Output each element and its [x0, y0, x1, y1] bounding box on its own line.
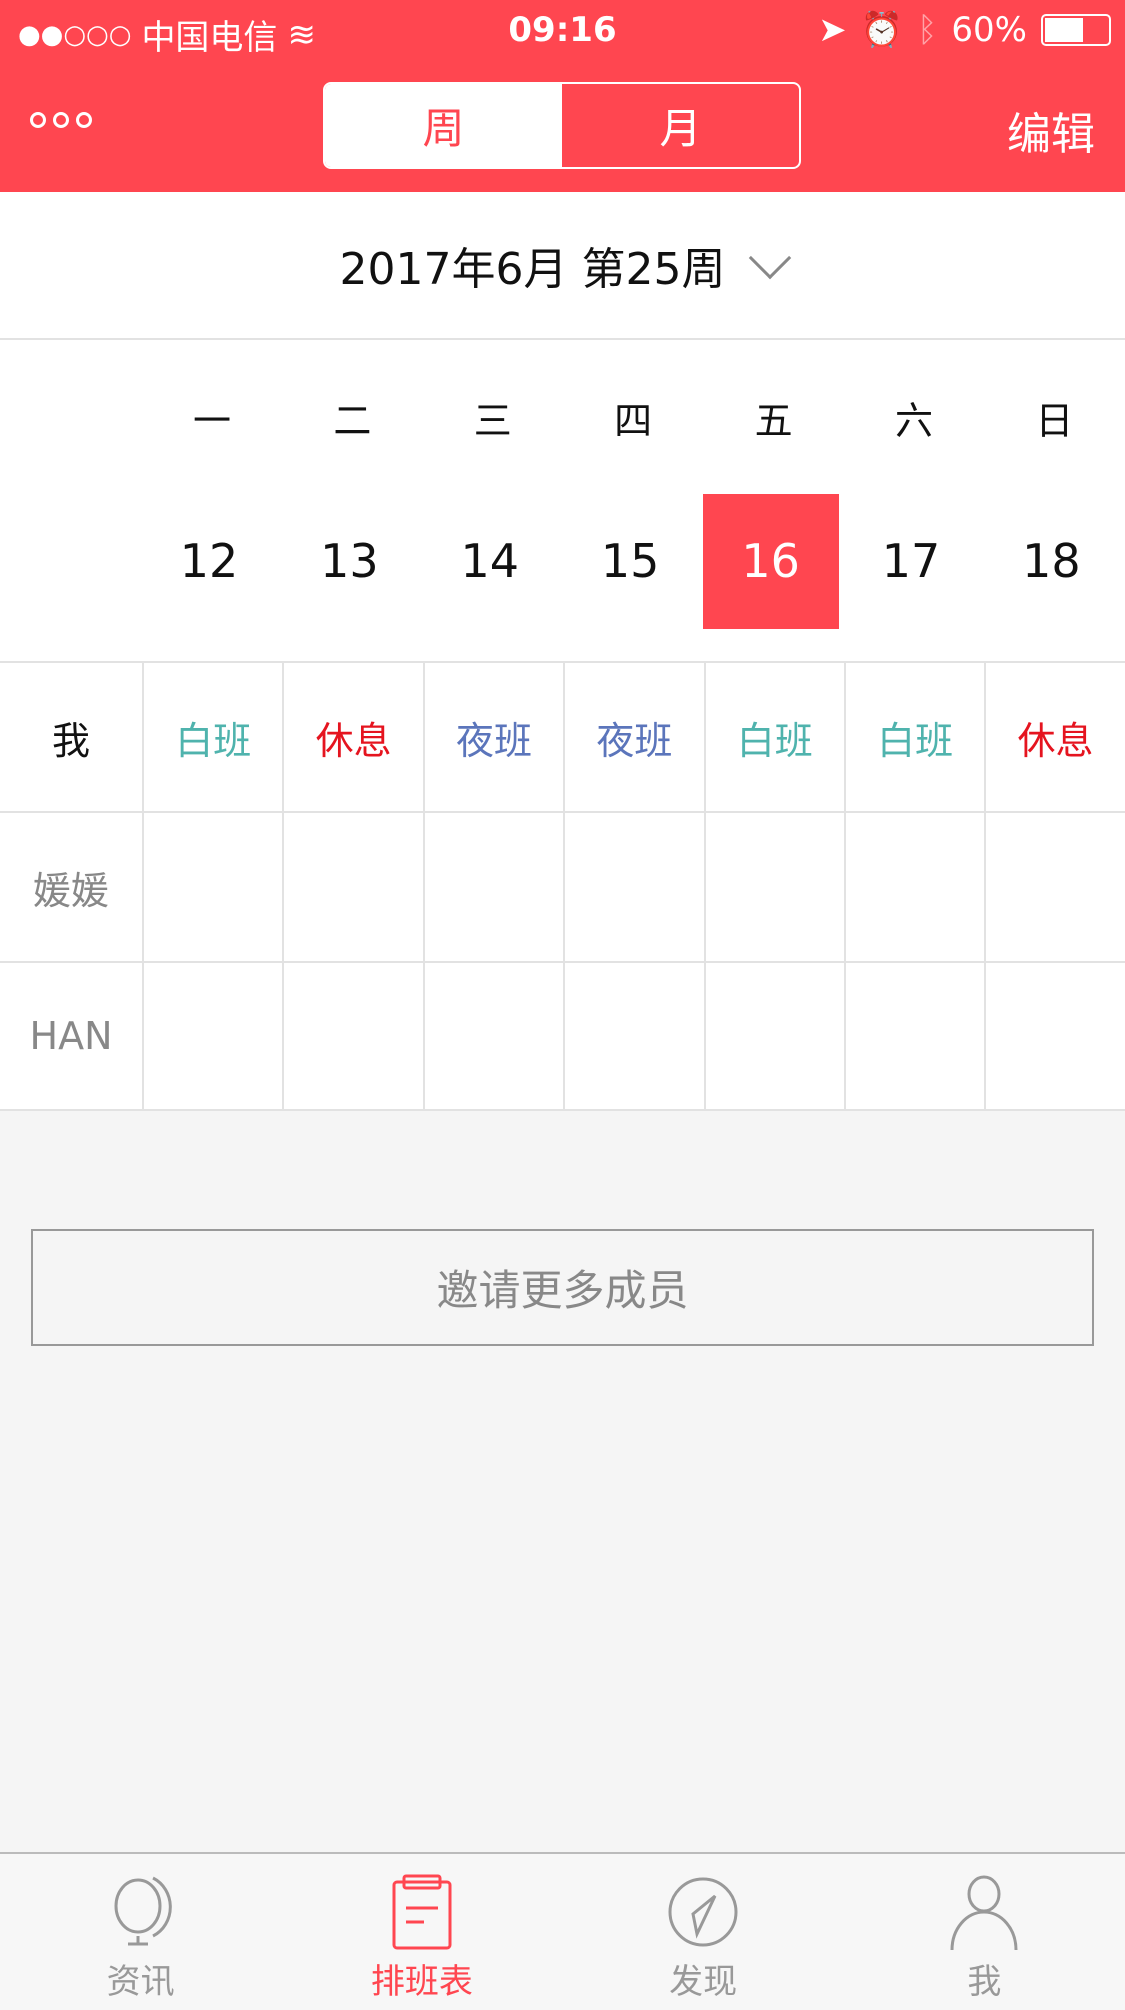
member-row: 媛媛 — [0, 811, 1125, 961]
shift-cell[interactable]: 白班 — [703, 663, 844, 811]
status-bar: ●●○○○ 中国电信 ≋ 09:16 ➤ ⏰ ᛒ 60% — [0, 0, 1125, 60]
shift-cell[interactable] — [563, 963, 703, 1109]
chevron-down-icon — [749, 236, 792, 280]
weekday-label: 四 — [614, 399, 653, 443]
shift-cell[interactable] — [563, 813, 703, 961]
alarm-icon: ⏰ — [860, 10, 904, 50]
weekday-label: 日 — [1035, 399, 1074, 443]
schedule-grid: 我白班 休息 夜班 夜班 白班 白班 休息 媛媛 HAN — [0, 661, 1125, 1111]
view-segmented-control: 周 月 — [323, 82, 801, 169]
tab-label: 发现 — [669, 1962, 738, 2002]
shift-cell[interactable] — [422, 813, 563, 961]
period-selector[interactable]: 2017年6月 第25周 — [0, 192, 1125, 340]
shift-cell[interactable]: 白班 — [142, 663, 282, 811]
tab-label: 我 — [967, 1962, 1002, 2002]
member-row: HAN — [0, 961, 1125, 1111]
segment-week[interactable]: 周 — [325, 84, 562, 167]
location-icon: ➤ — [818, 10, 847, 50]
date-cell[interactable]: 18 — [983, 494, 1119, 629]
shift-cell[interactable] — [282, 813, 422, 961]
globe-icon — [114, 1876, 172, 1946]
invite-members-button[interactable]: 邀请更多成员 — [31, 1229, 1094, 1346]
shift-cell[interactable] — [984, 963, 1124, 1109]
weekday-label: 二 — [333, 399, 372, 443]
shift-cell[interactable] — [142, 813, 282, 961]
week-header: 一 12 二 13 三 14 四 15 五 16 六 17 日 18 — [0, 340, 1125, 661]
tab-me[interactable]: 我 — [844, 1854, 1125, 2010]
shift-cell[interactable]: 休息 — [984, 663, 1124, 811]
tab-schedule[interactable]: 排班表 — [281, 1854, 562, 2010]
date-cell[interactable]: 14 — [422, 494, 558, 629]
tab-label: 资讯 — [106, 1962, 175, 2002]
shift-cell[interactable] — [282, 963, 422, 1109]
bluetooth-icon: ᛒ — [917, 10, 938, 50]
weekday-label: 三 — [473, 399, 512, 443]
battery-icon — [1041, 14, 1111, 46]
date-cell[interactable]: 12 — [141, 494, 277, 629]
shift-cell[interactable] — [703, 963, 844, 1109]
shift-cell[interactable] — [142, 963, 282, 1109]
person-icon — [950, 1875, 1018, 1950]
header: ●●○○○ 中国电信 ≋ 09:16 ➤ ⏰ ᛒ 60% 周 月 编辑 — [0, 0, 1125, 192]
date-cell[interactable]: 13 — [281, 494, 417, 629]
member-name: 我 — [51, 718, 90, 763]
weekday-label: 六 — [894, 399, 933, 443]
shift-cell[interactable]: 白班 — [843, 663, 984, 811]
shift-cell[interactable] — [422, 963, 563, 1109]
date-cell[interactable]: 15 — [562, 494, 698, 629]
battery-percent: 60% — [951, 10, 1027, 50]
shift-cell[interactable]: 休息 — [282, 663, 422, 811]
member-name: 媛媛 — [32, 868, 109, 913]
tab-label: 排班表 — [370, 1962, 473, 2002]
shift-cell[interactable] — [843, 963, 984, 1109]
shift-cell[interactable] — [703, 813, 844, 961]
segment-month[interactable]: 月 — [562, 84, 799, 167]
period-title: 2017年6月 第25周 — [339, 244, 726, 295]
shift-cell[interactable] — [843, 813, 984, 961]
edit-button[interactable]: 编辑 — [1007, 98, 1095, 162]
tab-bar: 资讯 排班表 发现 我 — [0, 1852, 1125, 2010]
member-name: HAN — [29, 1014, 113, 1058]
shift-cell[interactable]: 夜班 — [422, 663, 563, 811]
tab-news[interactable]: 资讯 — [0, 1854, 281, 2010]
member-row: 我白班 休息 夜班 夜班 白班 白班 休息 — [0, 661, 1125, 811]
tab-discover[interactable]: 发现 — [563, 1854, 844, 2010]
clipboard-icon — [392, 1874, 452, 1950]
shift-cell[interactable]: 夜班 — [563, 663, 703, 811]
shift-cell[interactable] — [984, 813, 1124, 961]
date-cell[interactable]: 17 — [843, 494, 979, 629]
weekday-label: 五 — [754, 399, 793, 443]
date-cell[interactable]: 16 — [702, 494, 839, 629]
more-button[interactable] — [30, 112, 92, 128]
compass-icon — [668, 1877, 738, 1947]
weekday-label: 一 — [192, 399, 231, 443]
